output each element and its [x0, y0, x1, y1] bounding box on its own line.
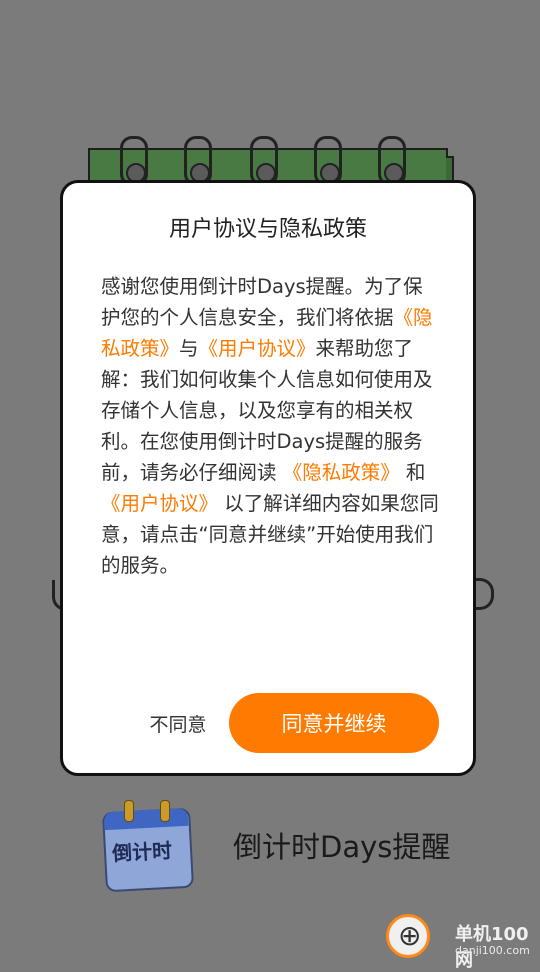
privacy-policy-link-2[interactable]: 《隐私政策》	[283, 461, 400, 484]
app-icon-text: 倒计时	[111, 838, 173, 866]
user-agreement-link[interactable]: 《用户协议》	[199, 337, 316, 360]
disagree-button[interactable]: 不同意	[123, 710, 233, 737]
dialog-body: 感谢您使用倒计时Days提醒。为了保护您的个人信息安全，我们将依据《隐私政策》 与…	[101, 271, 441, 581]
calendar-hook	[160, 800, 170, 822]
binder-ring	[314, 136, 342, 186]
body-text: 感谢您使用倒计时Days提醒。为了保护您的个人信息安全，我们将依据	[101, 275, 423, 329]
watermark-plus-icon: ⊕	[398, 919, 422, 952]
privacy-dialog: 用户协议与隐私政策 感谢您使用倒计时Days提醒。为了保护您的个人信息安全，我们…	[60, 180, 476, 776]
binder-ring	[184, 136, 212, 186]
app-calendar-icon: 倒计时	[100, 800, 195, 893]
agree-continue-button[interactable]: 同意并继续	[229, 693, 439, 753]
body-text: 和	[399, 461, 426, 484]
binder-ring	[250, 136, 278, 186]
watermark-url: danji100.com	[455, 944, 530, 957]
body-text: 与	[179, 337, 199, 360]
binder-ring	[120, 136, 148, 186]
calendar-hook	[124, 800, 134, 822]
user-agreement-link-2[interactable]: 《用户协议》	[101, 492, 218, 515]
binder-ring	[378, 136, 406, 186]
app-name: 倒计时Days提醒	[233, 830, 451, 864]
dialog-title: 用户协议与隐私政策	[168, 217, 367, 242]
